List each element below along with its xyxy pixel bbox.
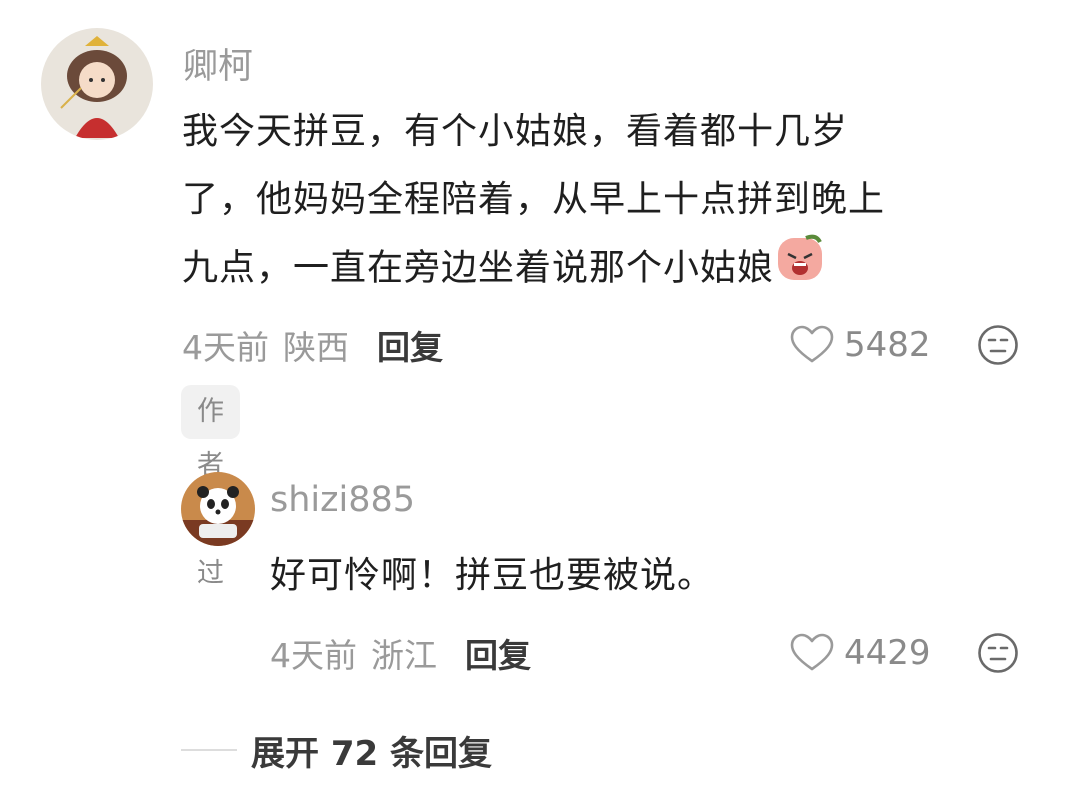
comment-meta: 4天前 陕西 回复 xyxy=(182,322,443,368)
reply-button[interactable]: 回复 xyxy=(377,321,443,369)
comment-line: 九点，一直在旁边坐着说那个小姑娘 xyxy=(182,234,1042,305)
like-count: 4429 xyxy=(844,633,931,673)
like-button[interactable]: 5482 xyxy=(790,322,931,368)
dislike-button[interactable] xyxy=(977,324,1019,366)
timestamp: 4天前 xyxy=(270,636,357,675)
comment-text: 我今天拼豆，有个小姑娘，看着都十几岁 了，他妈妈全程陪着，从早上十点拼到晚上 九… xyxy=(182,98,1042,305)
crying-emoji-icon xyxy=(776,234,824,305)
comment-line: 我今天拼豆，有个小姑娘，看着都十几岁 xyxy=(182,111,849,152)
username[interactable]: shizi885 xyxy=(270,480,415,520)
avatar[interactable] xyxy=(181,472,255,546)
region: 浙江 xyxy=(371,636,437,675)
comment-line: 好可怜啊！拼豆也要被说。 xyxy=(270,555,715,596)
timestamp: 4天前 xyxy=(182,328,269,367)
neutral-face-icon xyxy=(978,325,1018,365)
dislike-button[interactable] xyxy=(977,632,1019,674)
heart-icon xyxy=(790,325,834,363)
expand-replies-button[interactable]: 展开 72 条回复 xyxy=(181,725,492,775)
like-button[interactable]: 4429 xyxy=(790,630,931,676)
username[interactable]: 卿柯 xyxy=(183,38,253,89)
expand-replies-label: 展开 72 条回复 xyxy=(251,733,492,774)
neutral-face-icon xyxy=(978,633,1018,673)
comment-line: 了，他妈妈全程陪着，从早上十点拼到晚上 xyxy=(182,179,886,220)
divider xyxy=(181,749,237,751)
like-count: 5482 xyxy=(844,325,931,365)
comment-line-text: 九点，一直在旁边坐着说那个小姑娘 xyxy=(182,247,775,289)
region: 陕西 xyxy=(283,328,349,367)
reply-button[interactable]: 回复 xyxy=(465,629,531,677)
comment-meta: 4天前 浙江 回复 xyxy=(270,630,531,676)
avatar[interactable] xyxy=(41,28,153,140)
author-liked-badge: 作者赞过 xyxy=(181,385,240,589)
heart-icon xyxy=(790,633,834,671)
comment-text: 好可怜啊！拼豆也要被说。 xyxy=(270,542,1030,610)
avatar-panda-icon xyxy=(181,472,255,546)
avatar-illustration-icon xyxy=(41,28,153,140)
